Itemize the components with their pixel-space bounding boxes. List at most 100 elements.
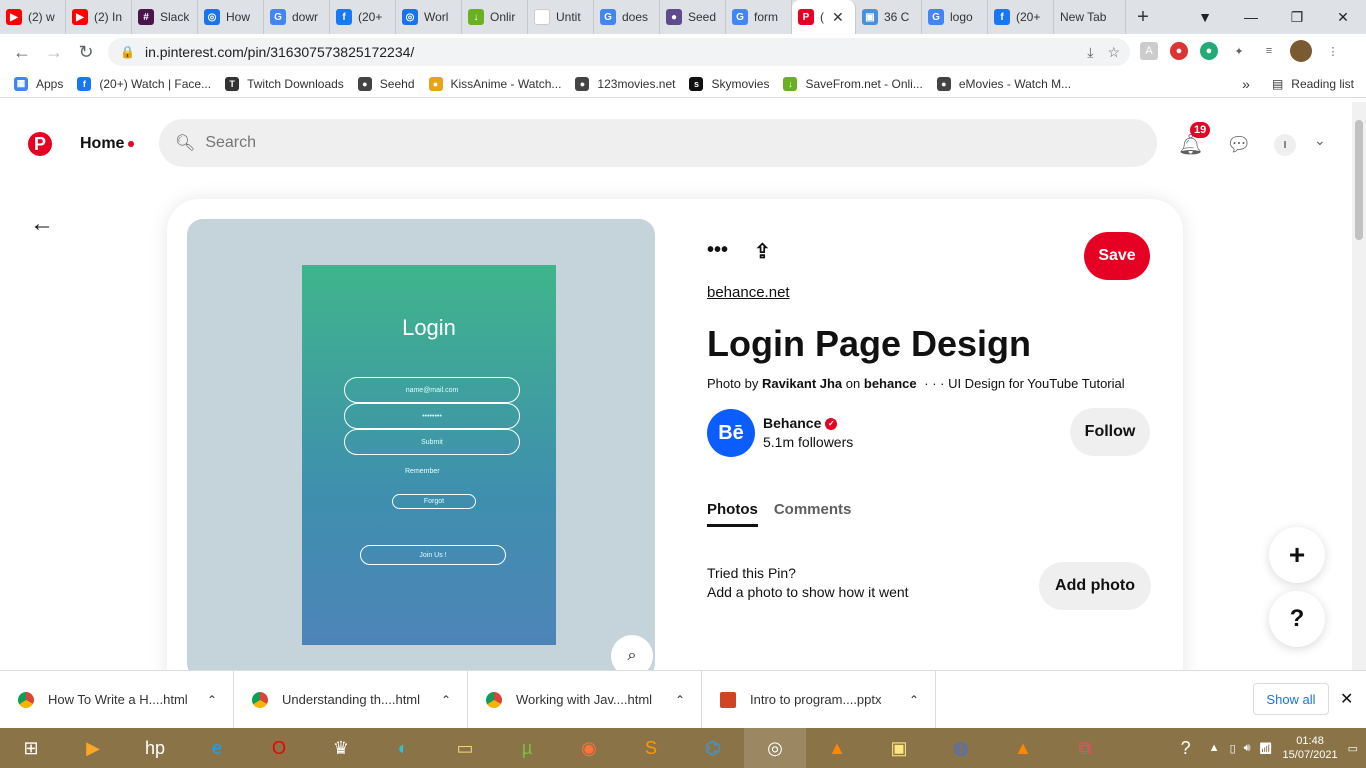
more-bookmarks-icon[interactable]: » bbox=[1242, 76, 1250, 92]
file-explorer-icon[interactable]: ▭ bbox=[434, 728, 496, 768]
source-link[interactable]: behance.net bbox=[707, 284, 790, 301]
download-item[interactable]: Working with Jav....html ⌃ bbox=[468, 670, 702, 729]
browser-tab[interactable]: P (✕ bbox=[792, 0, 856, 34]
chrome-icon[interactable]: ◎ bbox=[744, 728, 806, 768]
bookmark-item[interactable]: ▦ Apps bbox=[14, 76, 63, 91]
browser-tab[interactable]: Gdowr bbox=[264, 0, 330, 34]
clock[interactable]: 01:48 15/07/2021 bbox=[1283, 734, 1338, 762]
profile-avatar[interactable] bbox=[1290, 40, 1312, 62]
media-player-icon[interactable]: ▶ bbox=[62, 728, 124, 768]
firefox-icon[interactable]: ◉ bbox=[558, 728, 620, 768]
tab-search-icon[interactable]: ▼ bbox=[1182, 0, 1228, 34]
show-all-downloads-button[interactable]: Show all bbox=[1253, 683, 1329, 715]
reload-icon[interactable]: ↻ bbox=[70, 42, 102, 63]
browser-tab[interactable]: ↓ Onlir bbox=[462, 0, 528, 34]
scrollbar-thumb[interactable] bbox=[1355, 120, 1363, 240]
save-button[interactable]: Save bbox=[1084, 232, 1150, 280]
close-downloads-icon[interactable]: ✕ bbox=[1340, 689, 1353, 709]
tab-comments[interactable]: Comments bbox=[774, 501, 852, 527]
bookmark-item[interactable]: ● Seehd bbox=[357, 76, 415, 91]
browser-tab[interactable]: ● Seed bbox=[660, 0, 726, 34]
back-icon[interactable]: ← bbox=[6, 42, 38, 63]
bookmark-item[interactable]: ↓ SaveFrom.net - Onli... bbox=[783, 76, 923, 91]
creator-name-row[interactable]: Behance ✓ bbox=[763, 415, 838, 431]
extension-icon[interactable]: A bbox=[1140, 42, 1158, 60]
browser-tab[interactable]: # Slack bbox=[132, 0, 198, 34]
utorrent-icon[interactable]: µ bbox=[496, 728, 558, 768]
edge-icon[interactable]: ◐ bbox=[372, 728, 434, 768]
minimize-button[interactable]: — bbox=[1228, 0, 1274, 34]
bookmark-item[interactable]: T Twitch Downloads bbox=[225, 76, 344, 91]
url-field[interactable]: 🔒 in.pinterest.com/pin/31630757382517223… bbox=[108, 38, 1130, 66]
browser-tab[interactable]: New Tab bbox=[1054, 0, 1126, 34]
extensions-puzzle-icon[interactable]: ✦ bbox=[1230, 42, 1248, 60]
pin-image[interactable]: Login name@mail.com •••••••• Submit Reme… bbox=[187, 219, 655, 670]
download-options-chevron-icon[interactable]: ⌃ bbox=[909, 693, 919, 707]
hp-icon[interactable]: hp bbox=[124, 728, 186, 768]
lock-icon[interactable]: 🔒 bbox=[120, 45, 135, 59]
bookmark-star-icon[interactable]: ☆ bbox=[1107, 44, 1120, 61]
search-bar[interactable]: 🔍︎ bbox=[159, 119, 1157, 167]
browser-tab[interactable]: Glogo bbox=[922, 0, 988, 34]
search-input[interactable] bbox=[205, 134, 1106, 152]
reading-list-button[interactable]: » ▤ Reading list bbox=[1242, 70, 1354, 98]
extension-icon[interactable]: ● bbox=[1170, 42, 1188, 60]
sublime-text-icon[interactable]: S bbox=[620, 728, 682, 768]
add-photo-button[interactable]: Add photo bbox=[1039, 562, 1151, 610]
messages-icon[interactable]: 💬︎ bbox=[1226, 132, 1251, 157]
user-avatar[interactable]: I bbox=[1274, 134, 1296, 156]
close-window-button[interactable]: ✕ bbox=[1320, 0, 1366, 34]
download-item[interactable]: How To Write a H....html ⌃ bbox=[0, 670, 234, 729]
browser-tab[interactable]: ▶ (2) w bbox=[0, 0, 66, 34]
credit-author-link[interactable]: Ravikant Jha bbox=[762, 376, 842, 391]
internet-explorer-icon[interactable]: e bbox=[186, 728, 248, 768]
browser-tab[interactable]: ◎ How bbox=[198, 0, 264, 34]
tray-chevron-up-icon[interactable]: ▲ bbox=[1209, 742, 1220, 754]
network-icon[interactable]: ▯ bbox=[1230, 742, 1236, 755]
app-icon[interactable]: ⧉ bbox=[1054, 728, 1116, 768]
menu-icon[interactable]: ⋮ bbox=[1324, 42, 1342, 60]
browser-tab[interactable]: Gdoes bbox=[594, 0, 660, 34]
home-link[interactable]: Home bbox=[80, 135, 135, 153]
browser-tab[interactable]: ◎ Worl bbox=[396, 0, 462, 34]
vlc-icon[interactable]: ▲ bbox=[806, 728, 868, 768]
browser-tab[interactable]: ▶ (2) In bbox=[66, 0, 132, 34]
help-button[interactable]: ? bbox=[1269, 591, 1325, 647]
download-item[interactable]: Understanding th....html ⌃ bbox=[234, 670, 468, 729]
bookmark-item[interactable]: ● 123movies.net bbox=[575, 76, 675, 91]
settings-app-icon[interactable]: ◍ bbox=[930, 728, 992, 768]
start-windows-icon[interactable]: ⊞ bbox=[0, 728, 62, 768]
bookmark-item[interactable]: f (20+) Watch | Face... bbox=[77, 76, 211, 91]
more-options-icon[interactable]: ••• bbox=[707, 239, 728, 264]
extension-icon[interactable]: ● bbox=[1200, 42, 1218, 60]
tab-photos[interactable]: Photos bbox=[707, 501, 758, 527]
create-plus-button[interactable]: + bbox=[1269, 527, 1325, 583]
vlc-icon-2[interactable]: ▲ bbox=[992, 728, 1054, 768]
account-chevron-down-icon[interactable]: ⌄ bbox=[1314, 132, 1326, 149]
forward-icon[interactable]: → bbox=[38, 42, 70, 63]
help-tray-icon[interactable]: ? bbox=[1181, 738, 1191, 759]
credit-site-link[interactable]: behance bbox=[864, 376, 917, 391]
media-icon[interactable]: ≡ bbox=[1260, 42, 1278, 60]
bookmark-item[interactable]: s Skymovies bbox=[689, 76, 769, 91]
monopoly-icon[interactable]: ♛ bbox=[310, 728, 372, 768]
visual-search-icon[interactable]: ⌕ bbox=[611, 635, 653, 670]
vscode-icon[interactable]: ⌬ bbox=[682, 728, 744, 768]
creator-avatar[interactable]: Bē bbox=[707, 409, 755, 457]
volume-icon[interactable]: 🔊︎ bbox=[1244, 742, 1251, 755]
browser-tab[interactable]: Gform bbox=[726, 0, 792, 34]
share-icon[interactable]: ⇪ bbox=[754, 239, 771, 264]
signal-icon[interactable]: 📶︎ bbox=[1259, 742, 1273, 755]
notifications-center-icon[interactable]: ▭ bbox=[1348, 742, 1358, 755]
browser-tab[interactable]: Untit bbox=[528, 0, 594, 34]
page-scrollbar[interactable] bbox=[1352, 102, 1366, 670]
download-item[interactable]: Intro to program....pptx ⌃ bbox=[702, 670, 936, 729]
bookmark-item[interactable]: ● KissAnime - Watch... bbox=[428, 76, 561, 91]
download-options-chevron-icon[interactable]: ⌃ bbox=[441, 693, 451, 707]
install-app-icon[interactable]: ⤓ bbox=[1087, 44, 1093, 61]
opera-icon[interactable]: O bbox=[248, 728, 310, 768]
close-tab-icon[interactable]: ✕ bbox=[832, 9, 844, 26]
restore-button[interactable]: ❐ bbox=[1274, 0, 1320, 34]
bookmark-item[interactable]: ● eMovies - Watch M... bbox=[936, 76, 1071, 91]
download-options-chevron-icon[interactable]: ⌃ bbox=[675, 693, 685, 707]
